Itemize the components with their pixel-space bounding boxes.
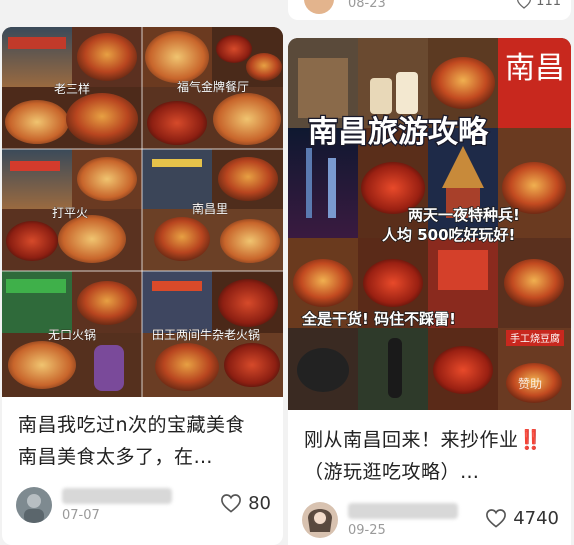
like-count: 80 xyxy=(248,492,271,514)
like-count: 111 xyxy=(536,0,561,9)
cover-subtitle: 全是干货! 码住不踩雷! xyxy=(301,310,456,328)
cover-subtitle: 两天一夜特种兵! xyxy=(408,206,520,224)
note-date: 08-23 xyxy=(348,0,386,11)
cover-headline: 南昌旅游攻略 xyxy=(308,115,489,150)
note-card[interactable]: 老三样 福气金牌餐厅 打平火 南昌里 无口火锅 田王两间牛杂老火锅 南昌我吃过n… xyxy=(2,27,283,545)
note-date: 09-25 xyxy=(348,523,386,538)
cover-label: 老三样 xyxy=(54,81,90,96)
cover-label: 打平火 xyxy=(52,206,88,220)
note-cover-image[interactable]: 南昌 手工烧豆腐 南昌旅游攻略 两天一夜特种兵! 人均 500吃好玩好! 全是干… xyxy=(288,38,571,410)
note-feed: 08-23 111 老三样 福气金牌餐厅 打平火 南昌里 无口火锅 田王两间牛杂… xyxy=(0,0,574,545)
like-button[interactable]: 80 xyxy=(220,491,271,515)
like-button[interactable]: 4740 xyxy=(485,506,559,530)
cover-label: 无口火锅 xyxy=(48,327,96,342)
author-name-redacted[interactable] xyxy=(62,488,172,504)
note-card[interactable]: 南昌 手工烧豆腐 南昌旅游攻略 两天一夜特种兵! 人均 500吃好玩好! 全是干… xyxy=(288,38,571,545)
cover-label: 福气金牌餐厅 xyxy=(177,79,249,94)
note-cover-image[interactable]: 老三样 福气金牌餐厅 打平火 南昌里 无口火锅 田王两间牛杂老火锅 xyxy=(2,27,283,397)
like-count: 4740 xyxy=(513,507,559,529)
note-title[interactable]: 南昌我吃过n次的宝藏美食 南昌美食太多了，在… xyxy=(18,409,269,473)
author-avatar[interactable] xyxy=(304,0,334,14)
avatar-image xyxy=(16,487,52,523)
note-card-partial[interactable]: 08-23 111 xyxy=(288,0,571,20)
shop-sign-text: 手工烧豆腐 xyxy=(510,332,560,345)
author-avatar[interactable] xyxy=(302,502,338,538)
cover-label: 南昌里 xyxy=(192,201,228,216)
watermark: 赞助 xyxy=(518,377,542,391)
travel-collage: 南昌 手工烧豆腐 南昌旅游攻略 两天一夜特种兵! 人均 500吃好玩好! 全是干… xyxy=(288,38,571,410)
food-collage: 老三样 福气金牌餐厅 打平火 南昌里 无口火锅 田王两间牛杂老火锅 xyxy=(2,27,283,397)
cover-subtitle: 人均 500吃好玩好! xyxy=(382,226,515,244)
heart-icon xyxy=(221,494,242,513)
cover-label: 田王两间牛杂老火锅 xyxy=(152,327,260,342)
heart-icon xyxy=(486,509,507,528)
note-meta: 09-25 4740 xyxy=(302,500,561,544)
note-date: 07-07 xyxy=(62,508,100,523)
corner-sign-text: 南昌 xyxy=(505,51,565,86)
like-button[interactable]: 111 xyxy=(516,0,561,9)
author-name-redacted[interactable] xyxy=(348,503,458,519)
note-title[interactable]: 刚从南昌回来！来抄作业‼️（游玩逛吃攻略）… xyxy=(304,424,557,488)
note-meta: 07-07 80 xyxy=(16,485,273,529)
author-avatar[interactable] xyxy=(16,487,52,523)
avatar-image xyxy=(302,502,338,538)
heart-icon xyxy=(517,0,532,9)
